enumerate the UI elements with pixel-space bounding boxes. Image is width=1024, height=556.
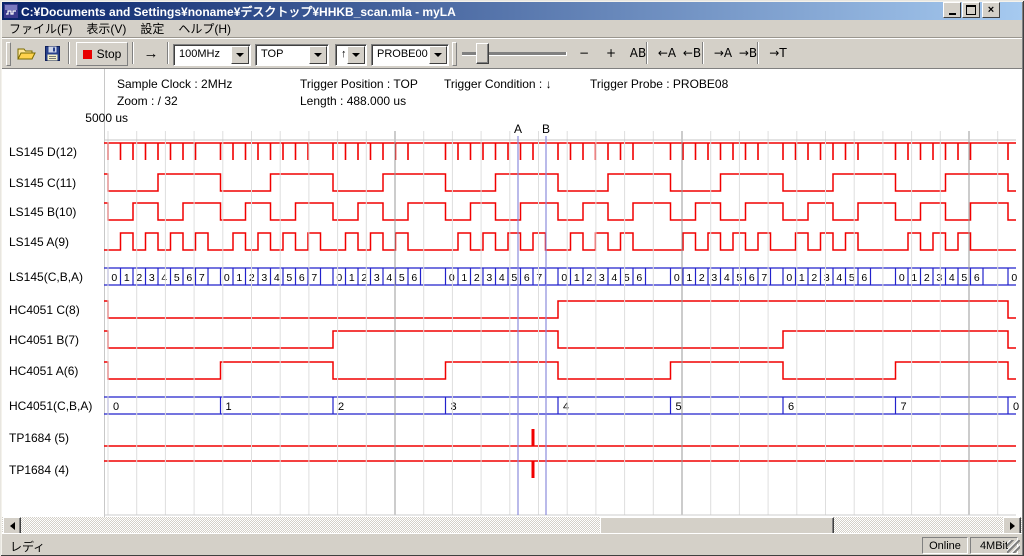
stop-label: Stop	[97, 47, 122, 61]
status-bar: レディ Online 4MBit	[2, 533, 1022, 555]
trigger-probe-select-value: PROBE00	[377, 48, 428, 60]
goto-trigger-button[interactable]: →T	[764, 42, 792, 64]
close-icon: ×	[988, 5, 994, 16]
save-button[interactable]	[40, 42, 64, 64]
chevron-down-icon	[434, 53, 442, 57]
zoom-out-button[interactable]: −	[572, 42, 596, 64]
channel-label: LS145 A(9)	[9, 233, 104, 251]
trigger-edge-select[interactable]: ↑	[335, 44, 367, 66]
menu-item-1[interactable]: 表示(V)	[79, 19, 133, 39]
capture-info-text: Sample Clock : 2MHz	[117, 77, 232, 91]
capture-info-text: Trigger Position : TOP	[300, 77, 418, 91]
zoom-in-button[interactable]: +	[599, 42, 623, 64]
status-ready-text: レディ	[10, 538, 45, 555]
goto-a-left-button[interactable]: ←A	[653, 42, 681, 64]
channel-label: TP1684 (5)	[9, 429, 104, 447]
scroll-left-icon	[10, 522, 15, 530]
resize-grip[interactable]	[1007, 540, 1020, 553]
chevron-down-icon	[352, 53, 360, 57]
run-button[interactable]: →	[138, 42, 164, 64]
trigger-position-select[interactable]: TOP	[255, 44, 329, 66]
run-arrow-icon: →	[144, 45, 159, 62]
capture-info-text: Zoom : / 32	[117, 94, 178, 108]
app-window: C:¥Documents and Settings¥noname¥デスクトップ¥…	[0, 0, 1024, 556]
goto-a-right-button[interactable]: →A	[709, 42, 737, 64]
waveform-panel	[2, 68, 1022, 518]
floppy-save-icon	[45, 46, 60, 61]
channel-label: HC4051 C(8)	[9, 301, 104, 319]
trigger-probe-select[interactable]: PROBE00	[371, 44, 449, 66]
title-bar: C:¥Documents and Settings¥noname¥デスクトップ¥…	[2, 2, 1022, 20]
menu-bar: ファイル(F)表示(V)設定ヘルプ(H)	[2, 20, 1022, 38]
menu-item-0[interactable]: ファイル(F)	[2, 19, 79, 39]
stop-button[interactable]: Stop	[76, 42, 128, 66]
minimize-button[interactable]	[943, 2, 961, 18]
channel-label: LS145 B(10)	[9, 203, 104, 221]
trigger-edge-select-dropdown-button[interactable]	[347, 46, 365, 64]
capture-info-text: Trigger Condition : ↓	[444, 77, 552, 91]
scroll-right-icon	[1010, 522, 1015, 530]
sample-clock-select-value: 100MHz	[179, 48, 220, 60]
chevron-down-icon	[236, 53, 244, 57]
status-online-badge: Online	[922, 537, 968, 554]
zoom-slider-thumb[interactable]	[476, 43, 489, 64]
sample-clock-select-dropdown-button[interactable]	[231, 46, 249, 64]
menu-item-3[interactable]: ヘルプ(H)	[171, 19, 238, 39]
maximize-button[interactable]	[962, 2, 980, 18]
close-button[interactable]: ×	[982, 2, 1000, 18]
channel-label: HC4051(C,B,A)	[9, 397, 104, 415]
channel-label: HC4051 A(6)	[9, 362, 104, 380]
maximize-icon	[966, 5, 976, 15]
open-folder-icon	[17, 46, 36, 61]
sample-clock-select[interactable]: 100MHz	[173, 44, 251, 66]
channel-label: LS145 D(12)	[9, 143, 104, 161]
trigger-probe-select-dropdown-button[interactable]	[429, 46, 447, 64]
trigger-position-select-dropdown-button[interactable]	[309, 46, 327, 64]
window-title: C:¥Documents and Settings¥noname¥デスクトップ¥…	[21, 3, 456, 20]
channel-label: HC4051 B(7)	[9, 331, 104, 349]
label-panel-divider	[104, 69, 105, 517]
capture-info-text: Length : 488.000 us	[300, 94, 406, 108]
capture-info-text: Trigger Probe : PROBE08	[590, 77, 728, 91]
horizontal-scrollbar[interactable]	[2, 517, 1022, 533]
stop-icon	[83, 50, 92, 59]
channel-label: TP1684 (4)	[9, 461, 104, 479]
chevron-down-icon	[314, 53, 322, 57]
channel-label: LS145 C(11)	[9, 174, 104, 192]
toolbar-grip	[6, 42, 11, 66]
toolbar-grip-2	[452, 42, 457, 66]
trigger-position-select-value: TOP	[261, 48, 283, 60]
trigger-edge-select-value: ↑	[341, 48, 347, 60]
app-icon	[4, 4, 18, 18]
open-file-button[interactable]	[14, 42, 38, 64]
channel-label: LS145(C,B,A)	[9, 268, 104, 286]
minimize-icon	[949, 13, 956, 15]
menu-item-2[interactable]: 設定	[133, 19, 171, 39]
time-scale-label: 5000 us	[56, 111, 128, 125]
